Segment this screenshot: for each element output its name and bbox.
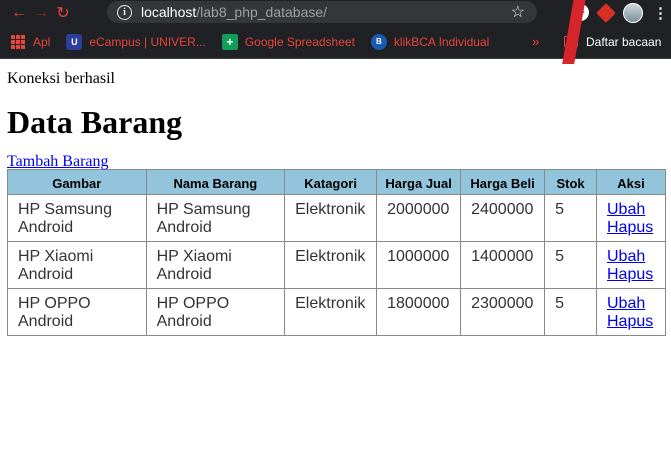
- cell-kategori: Elektronik: [284, 194, 378, 242]
- browser-toolbar: ← → ↻ i localhost /lab8_php_database/ ☆ …: [0, 0, 671, 25]
- edit-link[interactable]: Ubah: [607, 201, 655, 219]
- cell-aksi: Ubah Hapus: [595, 194, 667, 242]
- delete-link[interactable]: Hapus: [607, 219, 655, 237]
- info-icon[interactable]: i: [117, 4, 132, 20]
- spreadsheet-icon: +: [221, 33, 238, 50]
- bookmark-label: eCampus | UNIVER...: [89, 34, 206, 49]
- bookmark-label: Google Spreadsheet: [244, 34, 355, 49]
- bookmark-google-spreadsheet[interactable]: + Google Spreadsheet: [221, 33, 355, 50]
- cell-gambar: HP Xiaomi Android: [7, 241, 147, 289]
- column-header: Harga Jual: [376, 169, 462, 195]
- delete-link[interactable]: Hapus: [607, 266, 655, 284]
- bookmark-klikbca[interactable]: B klikBCA Individual: [370, 33, 490, 50]
- toolbar-right: + ⋮: [572, 0, 668, 25]
- cell-harga-jual: 2000000: [376, 194, 462, 242]
- cell-stok: 5: [544, 194, 597, 242]
- forward-arrow-icon[interactable]: →: [30, 2, 52, 24]
- bookmark-ecampus[interactable]: U eCampus | UNIVER...: [66, 33, 206, 50]
- cell-nama: HP OPPO Android: [145, 288, 286, 336]
- items-table: Gambar Nama Barang Katagori Harga Jual H…: [7, 169, 667, 336]
- column-header: Katagori: [284, 169, 378, 195]
- page-content: Koneksi berhasil Data Barang Tambah Bara…: [0, 70, 671, 336]
- column-header: Gambar: [7, 169, 147, 195]
- column-header: Aksi: [595, 169, 667, 195]
- cell-harga-jual: 1000000: [376, 241, 462, 289]
- cell-nama: HP Xiaomi Android: [145, 241, 286, 289]
- cell-harga-beli: 2400000: [460, 194, 546, 242]
- connection-status: Koneksi berhasil: [7, 70, 115, 87]
- table-header-row: Gambar Nama Barang Katagori Harga Jual H…: [7, 169, 667, 195]
- bookmark-label: klikBCA Individual: [393, 34, 490, 49]
- extension-plus-icon[interactable]: +: [572, 4, 589, 21]
- profile-avatar[interactable]: [623, 2, 643, 23]
- edit-link[interactable]: Ubah: [607, 295, 655, 313]
- cell-stok: 5: [544, 241, 597, 289]
- extension-icon[interactable]: [596, 2, 616, 23]
- cell-gambar: HP OPPO Android: [7, 288, 147, 336]
- url-host: localhost: [141, 4, 197, 20]
- table-row: HP Xiaomi Android HP Xiaomi Android Elek…: [7, 241, 667, 289]
- bookmark-star-icon[interactable]: ☆: [511, 2, 525, 22]
- bookmarks-overflow-button[interactable]: »: [532, 34, 539, 49]
- address-bar[interactable]: i localhost /lab8_php_database/ ☆: [107, 1, 537, 23]
- table-row: HP Samsung Android HP Samsung Android El…: [7, 194, 667, 242]
- page-title: Data Barang: [7, 104, 183, 140]
- column-header: Stok: [544, 169, 597, 195]
- edit-link[interactable]: Ubah: [607, 248, 655, 266]
- apps-grid-icon: [10, 34, 26, 50]
- bookmark-label: Apl: [33, 34, 51, 49]
- reading-list-icon: [564, 36, 578, 47]
- cell-gambar: HP Samsung Android: [7, 194, 147, 242]
- table-row: HP OPPO Android HP OPPO Android Elektron…: [7, 288, 667, 336]
- delete-link[interactable]: Hapus: [607, 313, 655, 331]
- cell-stok: 5: [544, 288, 597, 336]
- reload-icon[interactable]: ↻: [52, 2, 74, 24]
- reading-list-label: Daftar bacaan: [586, 34, 662, 49]
- cell-aksi: Ubah Hapus: [595, 241, 667, 289]
- reading-list-button[interactable]: Daftar bacaan: [564, 35, 661, 49]
- bookmarks-bar: Apl U eCampus | UNIVER... + Google Sprea…: [0, 25, 671, 59]
- cell-harga-beli: 2300000: [460, 288, 546, 336]
- cell-harga-jual: 1800000: [376, 288, 462, 336]
- menu-kebab-icon[interactable]: ⋮: [653, 4, 668, 22]
- back-arrow-icon[interactable]: ←: [8, 2, 30, 24]
- add-item-link[interactable]: Tambah Barang: [7, 154, 664, 170]
- cell-aksi: Ubah Hapus: [595, 288, 667, 336]
- cell-harga-beli: 1400000: [460, 241, 546, 289]
- cell-nama: HP Samsung Android: [145, 194, 286, 242]
- university-icon: U: [66, 33, 83, 50]
- bca-icon: B: [370, 33, 387, 50]
- bookmark-apps[interactable]: Apl: [10, 34, 50, 50]
- url-path: /lab8_php_database/: [196, 4, 328, 20]
- cell-kategori: Elektronik: [284, 241, 378, 289]
- column-header: Harga Beli: [460, 169, 546, 195]
- column-header: Nama Barang: [145, 169, 286, 195]
- cell-kategori: Elektronik: [284, 288, 378, 336]
